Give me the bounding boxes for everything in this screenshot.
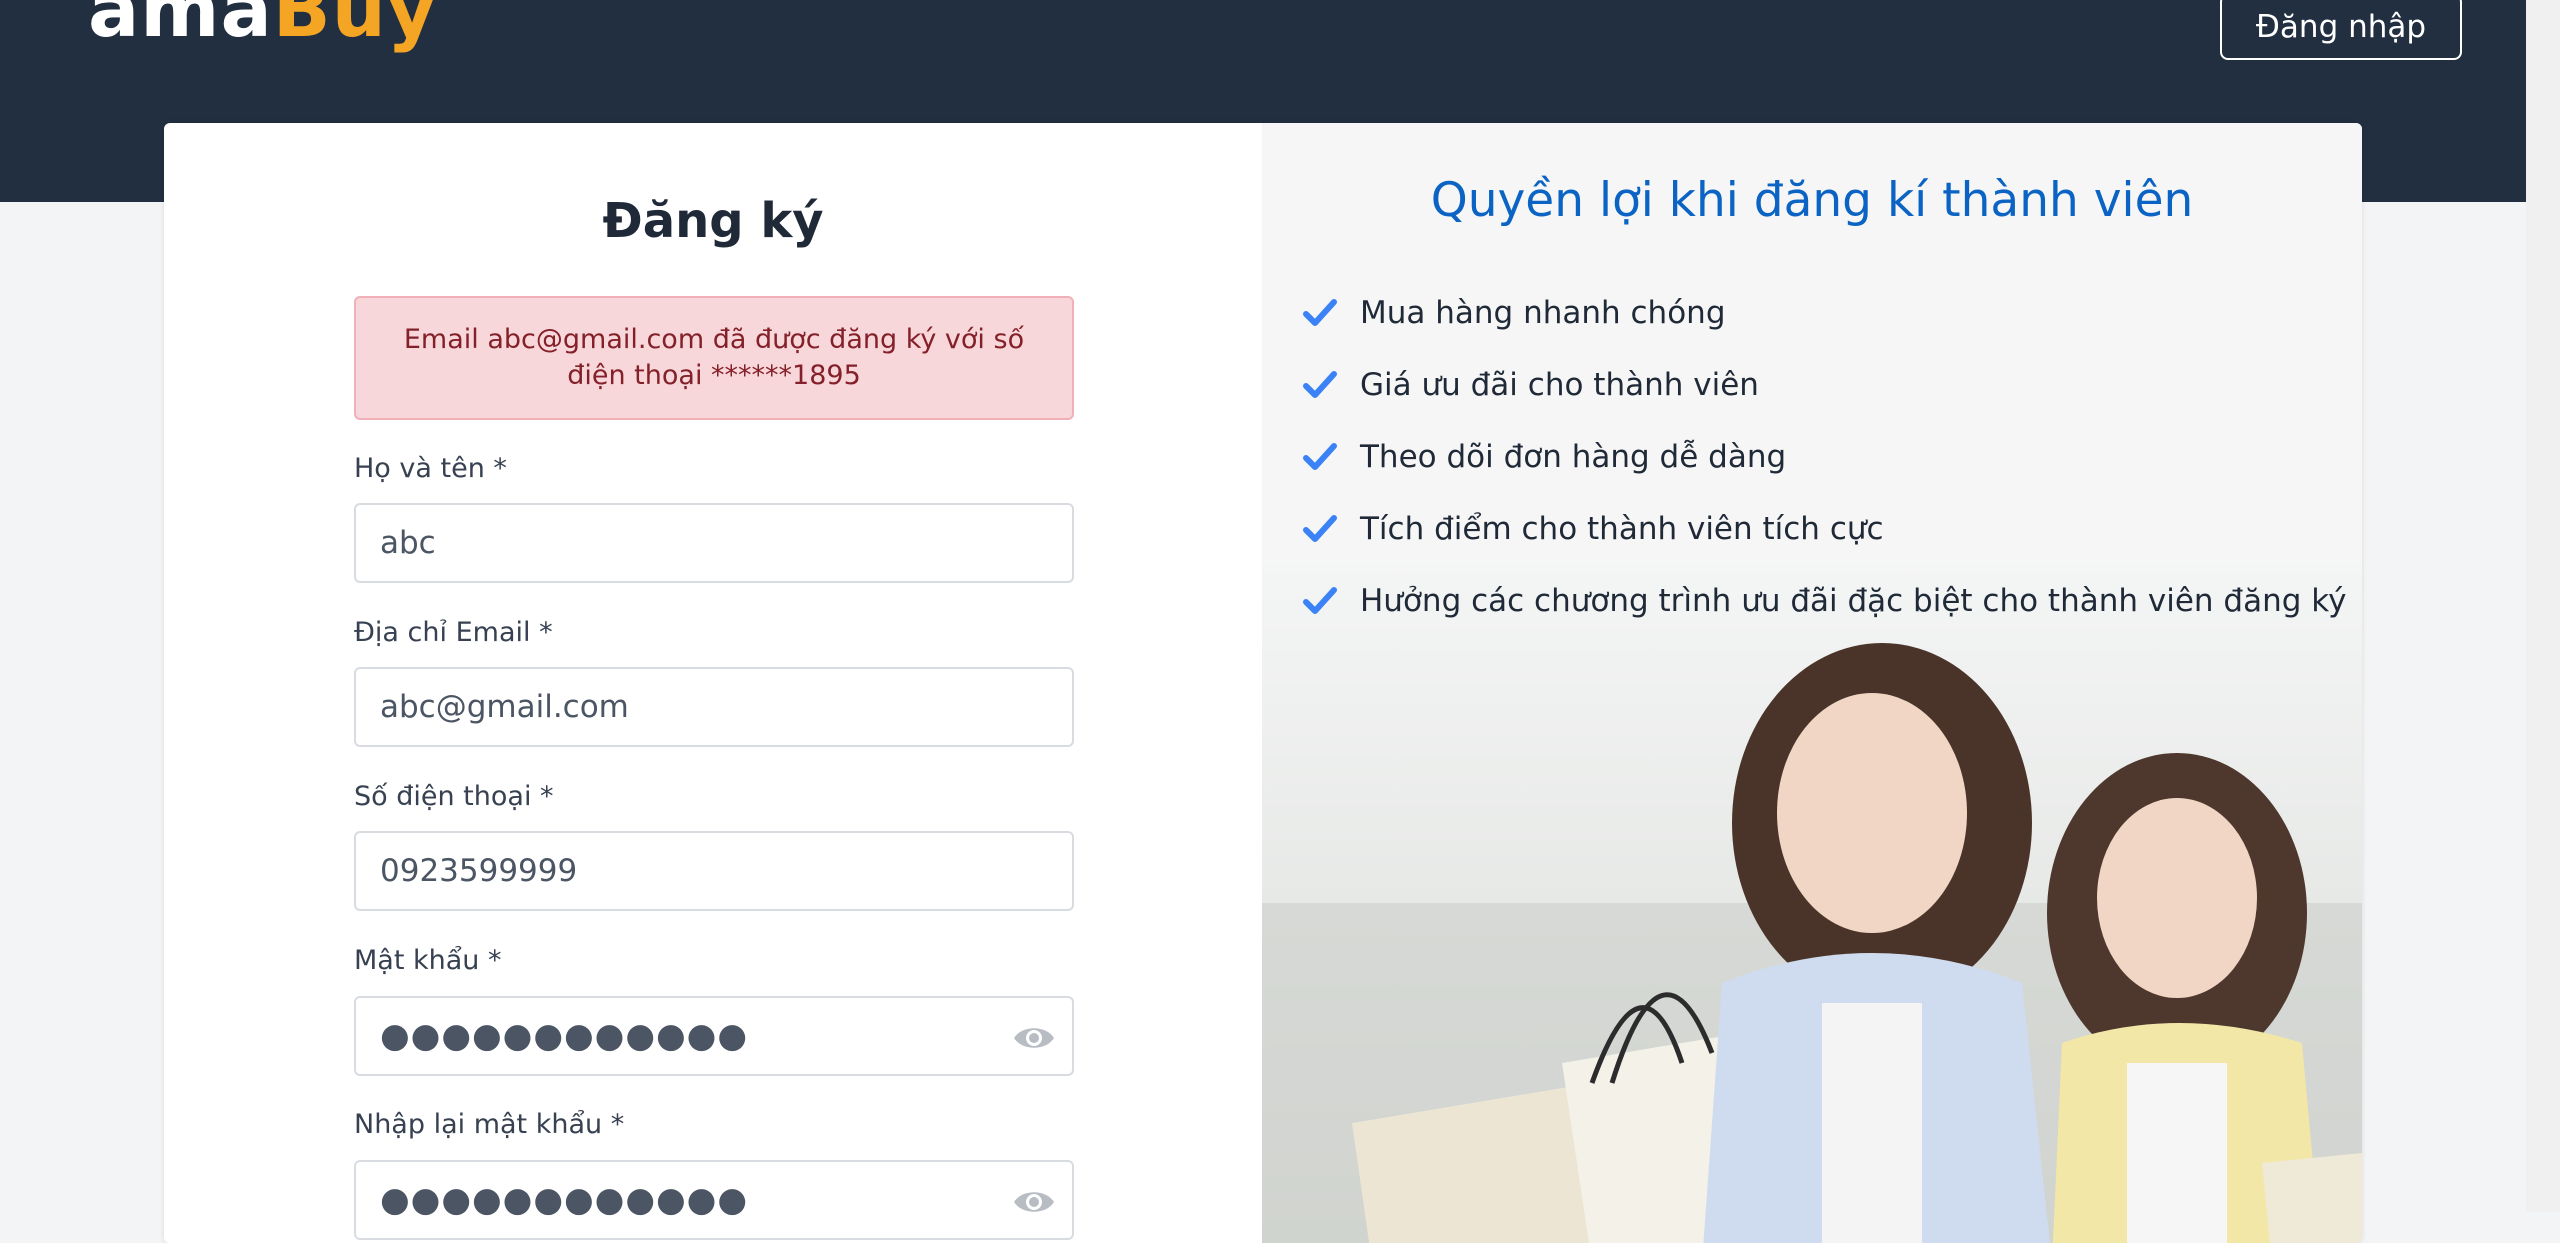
confirm-password-input-value: ●●●●●●●●●●●●: [380, 1180, 749, 1220]
check-icon: [1303, 371, 1337, 398]
email-label: Địa chỉ Email *: [354, 617, 553, 648]
error-alert-text: Email abc@gmail.com đã được đăng ký với …: [403, 324, 1025, 391]
phone-input[interactable]: 0923599999: [354, 831, 1074, 911]
password-label: Mật khẩu *: [354, 945, 502, 976]
register-form-panel: Đăng ký Email abc@gmail.com đã được đăng…: [164, 123, 1262, 1243]
logo-text-ama: ama: [88, 0, 273, 54]
form-title: Đăng ký: [602, 193, 824, 249]
benefits-panel: Quyền lợi khi đăng kí thành viên Mua hàn…: [1262, 123, 2362, 1243]
benefit-item: Mua hàng nhanh chóng: [1302, 295, 1726, 331]
benefit-text: Mua hàng nhanh chóng: [1360, 295, 1726, 331]
eye-icon[interactable]: [1012, 1018, 1056, 1058]
benefit-item: Tích điểm cho thành viên tích cực: [1302, 511, 1884, 547]
confirm-password-label: Nhập lại mật khẩu *: [354, 1109, 625, 1140]
check-icon: [1303, 443, 1337, 470]
check-icon: [1303, 299, 1337, 326]
eye-icon[interactable]: [1012, 1182, 1056, 1222]
name-input[interactable]: abc: [354, 503, 1074, 583]
name-input-value: abc: [380, 525, 436, 561]
email-input-value: abc@gmail.com: [380, 689, 629, 725]
check-icon: [1303, 587, 1337, 614]
phone-label: Số điện thoại *: [354, 781, 554, 812]
benefits-title: Quyền lợi khi đăng kí thành viên: [1430, 173, 2194, 228]
password-input-value: ●●●●●●●●●●●●: [380, 1016, 749, 1056]
benefit-text: Tích điểm cho thành viên tích cực: [1360, 511, 1884, 547]
check-icon: [1303, 515, 1337, 542]
confirm-password-input[interactable]: ●●●●●●●●●●●●: [354, 1160, 1074, 1240]
benefit-item: Hưởng các chương trình ưu đãi đặc biệt c…: [1302, 583, 2346, 619]
logo-text-buy: Buy: [272, 0, 438, 54]
shopping-women-photo: [1262, 563, 2362, 1243]
benefit-text: Theo dõi đơn hàng dễ dàng: [1360, 439, 1787, 475]
password-input[interactable]: ●●●●●●●●●●●●: [354, 996, 1074, 1076]
register-card: Đăng ký Email abc@gmail.com đã được đăng…: [164, 123, 2362, 1243]
amabuy-logo[interactable]: amaBuy: [88, 0, 437, 48]
phone-input-value: 0923599999: [380, 853, 578, 889]
name-label: Họ và tên *: [354, 453, 507, 484]
email-input[interactable]: abc@gmail.com: [354, 667, 1074, 747]
benefit-item: Giá ưu đãi cho thành viên: [1302, 367, 1759, 403]
login-button[interactable]: Đăng nhập: [2220, 0, 2462, 60]
benefit-text: Giá ưu đãi cho thành viên: [1360, 367, 1759, 403]
error-alert: Email abc@gmail.com đã được đăng ký với …: [354, 296, 1074, 420]
benefit-item: Theo dõi đơn hàng dễ dàng: [1302, 439, 1786, 475]
benefit-text: Hưởng các chương trình ưu đãi đặc biệt c…: [1360, 583, 2347, 619]
page-scrollbar[interactable]: [2526, 0, 2560, 1212]
